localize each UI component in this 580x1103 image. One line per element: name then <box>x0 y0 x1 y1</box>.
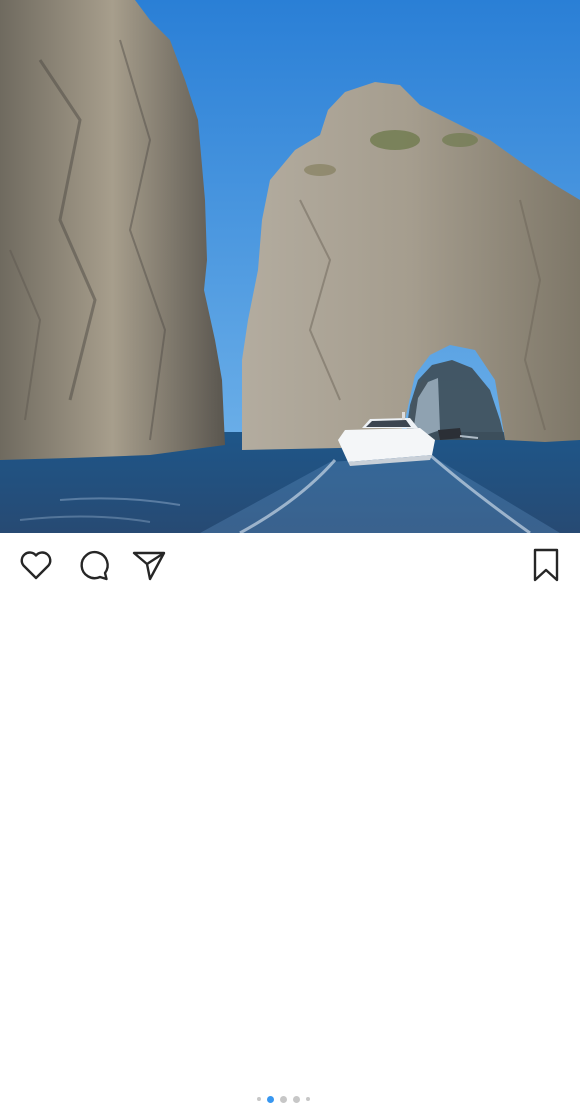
paper-plane-icon[interactable] <box>131 547 167 583</box>
carousel-dot <box>257 1097 261 1101</box>
small-boat <box>438 428 462 440</box>
post-photo[interactable] <box>0 0 580 533</box>
heart-icon[interactable] <box>18 547 54 583</box>
photo-scene <box>0 0 580 533</box>
carousel-dot <box>306 1097 310 1101</box>
carousel-dot <box>293 1095 300 1103</box>
post-action-bar <box>0 533 580 1103</box>
carousel-dot-active <box>267 1095 274 1103</box>
bookmark-icon[interactable] <box>528 547 564 583</box>
speech-bubble-icon[interactable] <box>75 547 111 583</box>
carousel-dot <box>280 1095 287 1103</box>
carousel-indicator <box>257 1095 310 1103</box>
instagram-post <box>0 0 580 1103</box>
